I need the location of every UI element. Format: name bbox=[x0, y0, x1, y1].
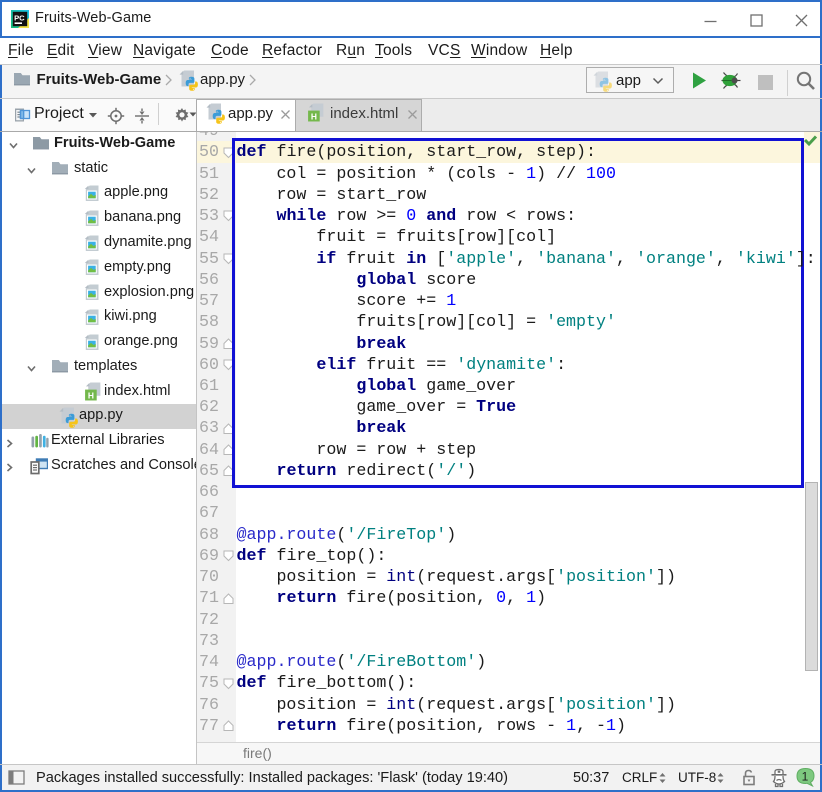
svg-text:H: H bbox=[88, 391, 94, 401]
svg-text:1: 1 bbox=[802, 769, 809, 783]
svg-text:PC: PC bbox=[14, 13, 25, 22]
svg-text:H: H bbox=[311, 111, 317, 121]
